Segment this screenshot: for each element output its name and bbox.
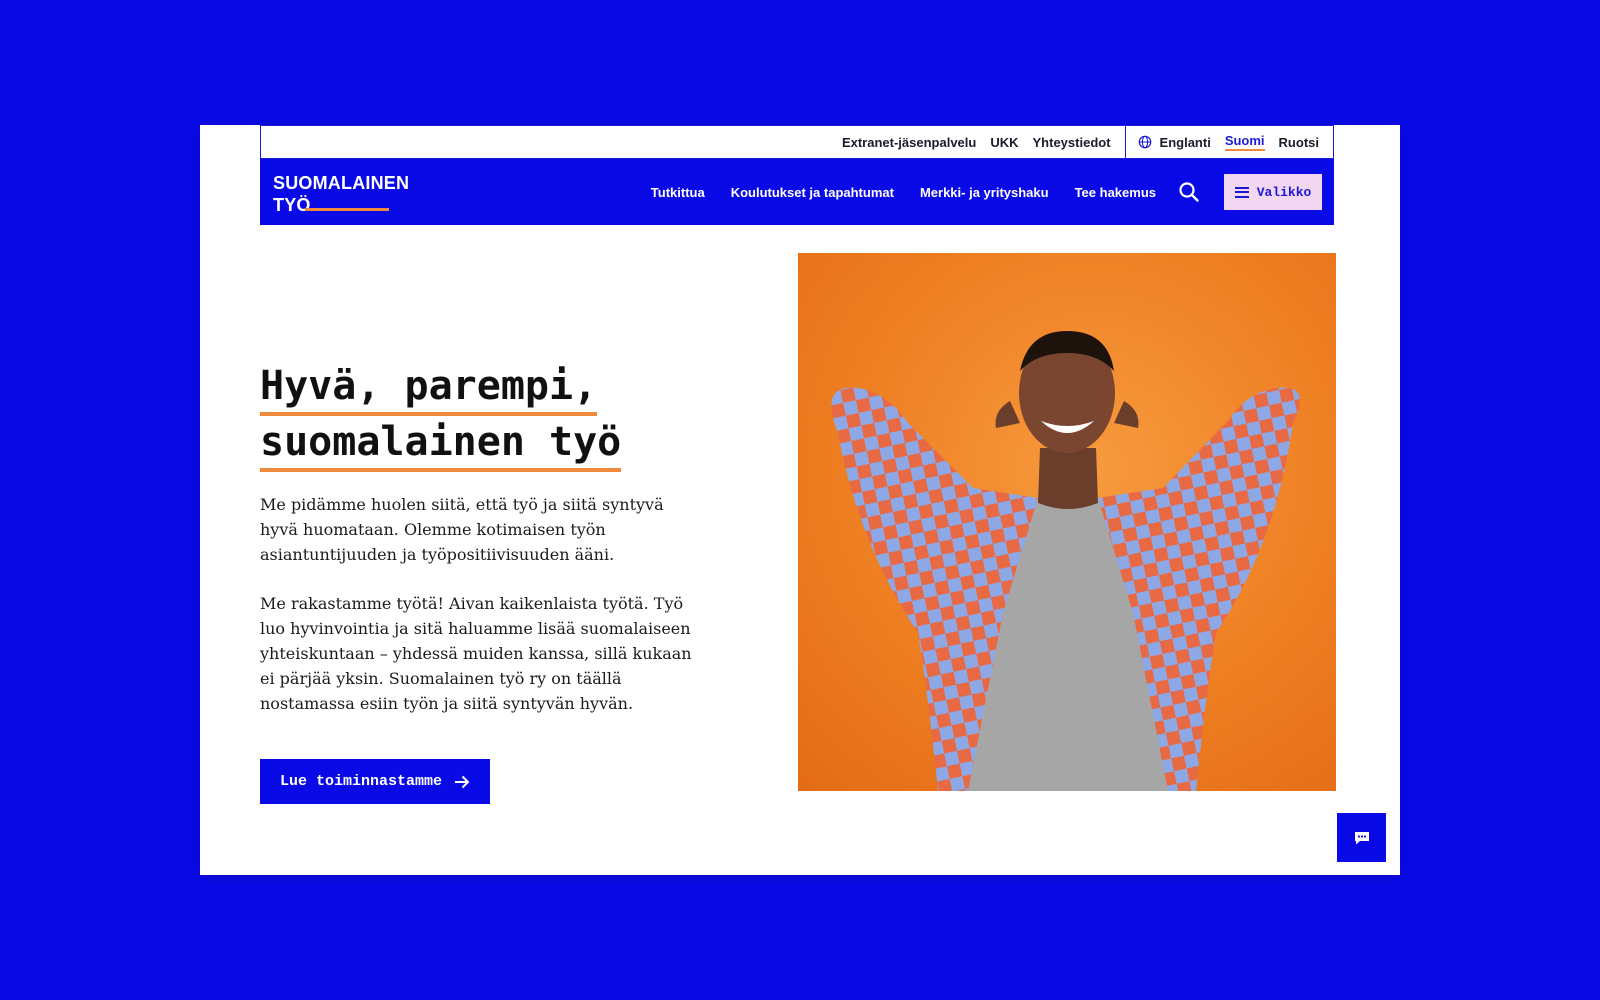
- logo-line1: SUOMALAINEN: [273, 173, 410, 193]
- cta-label: Lue toiminnastamme: [279, 773, 443, 790]
- contact-link[interactable]: Yhteystiedot: [1033, 135, 1111, 150]
- chat-button[interactable]: [1337, 813, 1386, 862]
- menu-button[interactable]: Valikko: [1224, 174, 1322, 210]
- browser-window: Extranet-jäsenpalvelu UKK Yhteystiedot E…: [200, 125, 1400, 875]
- chat-icon: [1354, 831, 1369, 844]
- main-navbar: SUOMALAINEN TYÖ Tutkittua Koulutukset ja…: [260, 159, 1334, 225]
- menu-label: Valikko: [1256, 184, 1312, 200]
- search-icon[interactable]: [1178, 181, 1200, 203]
- primary-nav: Tutkittua Koulutukset ja tapahtumat Merk…: [651, 159, 1156, 225]
- faq-link[interactable]: UKK: [990, 135, 1018, 150]
- logo-line2: TYÖ: [273, 195, 311, 215]
- extranet-link[interactable]: Extranet-jäsenpalvelu: [842, 135, 976, 150]
- hero-title-line2: suomalainen työ: [260, 416, 622, 472]
- logo-underline: [305, 208, 389, 211]
- intro-paragraph: Me pidämme huolen siitä, että työ ja sii…: [260, 495, 664, 564]
- arrow-right-icon: [455, 775, 470, 788]
- hero-photo: [798, 253, 1336, 791]
- site-logo[interactable]: SUOMALAINEN TYÖ: [273, 172, 410, 216]
- mission-paragraph: Me rakastamme työtä! Aivan kaikenlaista …: [260, 594, 692, 713]
- nav-item-apply[interactable]: Tee hakemus: [1075, 185, 1156, 200]
- language-english[interactable]: Englanti: [1160, 135, 1211, 150]
- language-switcher: Englanti Suomi Ruotsi: [1124, 126, 1333, 158]
- nav-item-events[interactable]: Koulutukset ja tapahtumat: [731, 185, 894, 200]
- hero-title: Hyvä, parempi, suomalainen työ: [260, 360, 740, 472]
- utility-bar: Extranet-jäsenpalvelu UKK Yhteystiedot E…: [260, 125, 1334, 159]
- person-illustration: [831, 331, 1301, 791]
- nav-item-brand-search[interactable]: Merkki- ja yrityshaku: [920, 185, 1049, 200]
- read-more-button[interactable]: Lue toiminnastamme: [260, 759, 490, 804]
- language-finnish[interactable]: Suomi: [1224, 133, 1265, 151]
- nav-item-research[interactable]: Tutkittua: [651, 185, 705, 200]
- hero-title-line1: Hyvä, parempi,: [260, 360, 598, 416]
- language-swedish[interactable]: Ruotsi: [1279, 135, 1319, 150]
- hamburger-icon: [1234, 186, 1249, 198]
- utility-links: Extranet-jäsenpalvelu UKK Yhteystiedot: [842, 135, 1125, 150]
- globe-icon: [1138, 135, 1151, 149]
